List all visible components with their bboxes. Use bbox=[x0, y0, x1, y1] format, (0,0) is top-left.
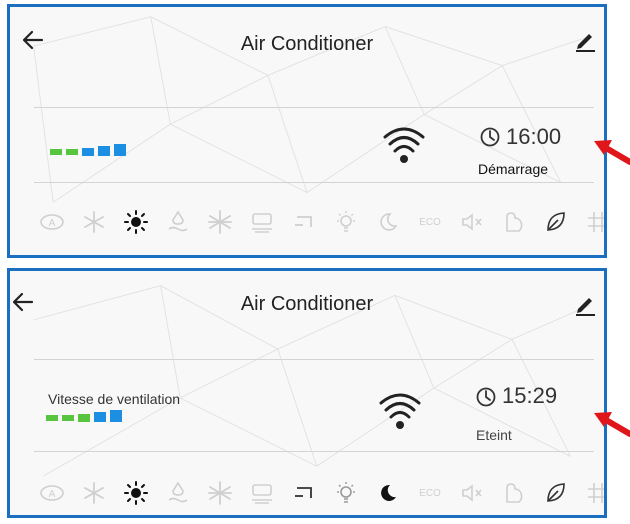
ac-panel-2: Air Conditioner Vitesse de ventilation 1… bbox=[7, 268, 607, 518]
edit-pencil-icon[interactable] bbox=[574, 29, 596, 53]
ac-panel-1: Air Conditioner 16:00 Démarrage A ECO bbox=[7, 4, 607, 258]
snowflake-icon[interactable] bbox=[80, 479, 108, 507]
divider bbox=[34, 107, 594, 108]
svg-text:A: A bbox=[49, 489, 56, 500]
sun-icon[interactable] bbox=[122, 479, 150, 507]
fan-speed-label: Vitesse de ventilation bbox=[48, 391, 181, 407]
sleep-icon[interactable] bbox=[374, 208, 402, 236]
wifi-icon bbox=[379, 393, 421, 429]
sun-icon[interactable] bbox=[122, 208, 150, 236]
follow-icon[interactable] bbox=[500, 479, 528, 507]
mute-icon[interactable] bbox=[458, 208, 486, 236]
eco-button[interactable]: ECO bbox=[416, 479, 444, 507]
clock-icon[interactable] bbox=[476, 387, 496, 407]
dehumidify-icon[interactable] bbox=[164, 479, 192, 507]
divider bbox=[34, 451, 594, 452]
auto-icon[interactable]: A bbox=[38, 479, 66, 507]
swing-icon[interactable] bbox=[290, 479, 318, 507]
eco-label: ECO bbox=[419, 216, 441, 228]
red-arrow-icon bbox=[594, 140, 630, 165]
edit-pencil-icon[interactable] bbox=[574, 293, 596, 317]
heater-icon[interactable] bbox=[248, 479, 276, 507]
light-icon[interactable] bbox=[332, 208, 360, 236]
heater-icon[interactable] bbox=[248, 208, 276, 236]
dehumidify-icon[interactable] bbox=[164, 208, 192, 236]
eco-label: ECO bbox=[419, 487, 441, 499]
swing-icon[interactable] bbox=[290, 208, 318, 236]
eco-button[interactable]: ECO bbox=[416, 208, 444, 236]
grid-icon[interactable] bbox=[584, 479, 604, 507]
page-title: Air Conditioner bbox=[240, 33, 374, 55]
mode-icon-row: A ECO bbox=[38, 208, 604, 242]
clock-icon[interactable] bbox=[480, 127, 500, 147]
page-title: Air Conditioner bbox=[240, 293, 374, 315]
follow-icon[interactable] bbox=[500, 208, 528, 236]
divider bbox=[34, 359, 594, 360]
timer-status: Démarrage bbox=[478, 161, 549, 177]
svg-text:A: A bbox=[49, 218, 56, 229]
red-arrow-icon bbox=[594, 412, 630, 437]
timer-status: Eteint bbox=[476, 427, 512, 443]
mode-icon-row: A ECO bbox=[38, 479, 604, 513]
fan-icon[interactable] bbox=[206, 208, 234, 236]
light-icon[interactable] bbox=[332, 479, 360, 507]
timer-time[interactable]: 16:00 bbox=[506, 124, 561, 150]
snowflake-icon[interactable] bbox=[80, 208, 108, 236]
divider bbox=[34, 182, 594, 183]
fan-icon[interactable] bbox=[206, 479, 234, 507]
auto-icon[interactable]: A bbox=[38, 208, 66, 236]
wifi-icon bbox=[383, 127, 425, 163]
grid-icon[interactable] bbox=[584, 208, 604, 236]
mute-icon[interactable] bbox=[458, 479, 486, 507]
leaf-icon[interactable] bbox=[542, 479, 570, 507]
timer-time[interactable]: 15:29 bbox=[502, 383, 557, 409]
leaf-icon[interactable] bbox=[542, 208, 570, 236]
sleep-icon[interactable] bbox=[374, 479, 402, 507]
